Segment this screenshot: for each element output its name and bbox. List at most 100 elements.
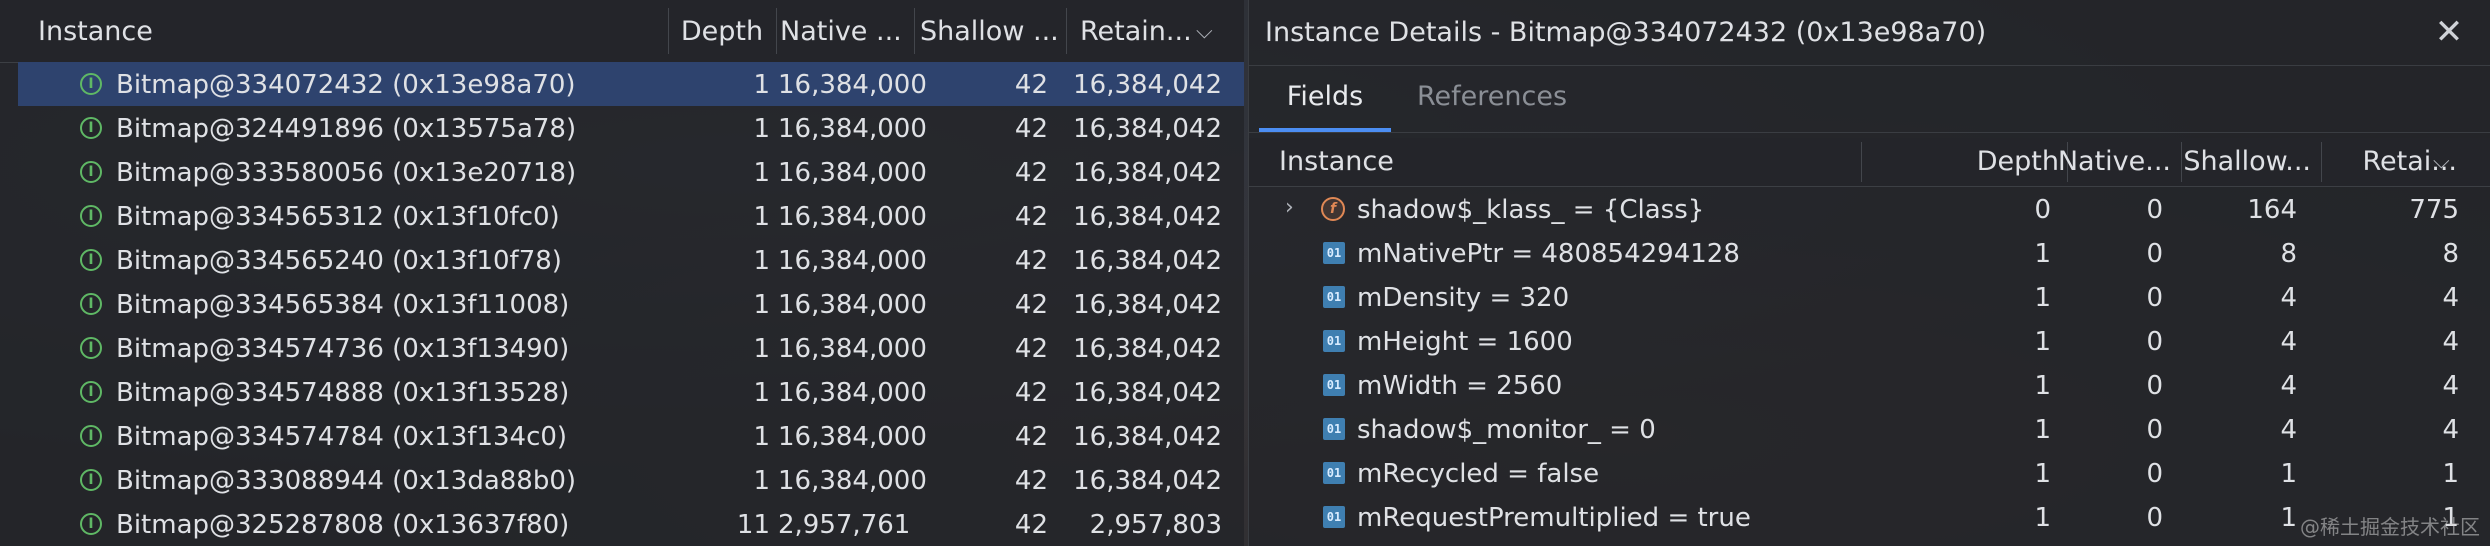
native-size-value: 16,384,000 [778,466,927,496]
native-size-value: 16,384,000 [778,422,927,452]
table-row[interactable]: 01 mDensity = 320 1 0 4 4 [1249,275,2490,319]
depth-value: 1 [2034,239,2051,269]
retained-size-value: 16,384,042 [1073,334,1222,364]
table-row[interactable]: I Bitmap@325287808 (0x13637f80) 11 2,957,76… [18,502,1244,546]
column-header-native[interactable]: Native... [2053,138,2171,186]
table-row[interactable]: I Bitmap@333580056 (0x13e20718) 1 16,384,00… [18,150,1244,194]
close-icon[interactable]: ✕ [2431,14,2467,50]
table-row[interactable]: I Bitmap@334574784 (0x13f134c0) 1 16,384,00… [18,414,1244,458]
sort-chevron-down-icon[interactable]: ⌵ [1196,0,1226,62]
sort-chevron-down-icon[interactable]: ⌵ [2433,138,2473,186]
native-size-value: 0 [2146,239,2163,269]
shallow-size-value: 1 [2280,459,2297,489]
field-name: mWidth = 2560 [1357,371,1563,401]
shallow-size-value: 4 [2280,415,2297,445]
field-name: mRecycled = false [1357,459,1600,489]
column-separator[interactable] [668,8,669,54]
instance-icon: I [80,73,102,95]
retained-size-value: 16,384,042 [1073,246,1222,276]
column-header-retained[interactable]: Retain... [1080,0,1190,62]
depth-value: 1 [2034,459,2051,489]
instance-table-header: Instance Depth Native ... Shallow ... Re… [0,0,1244,63]
instance-list-panel: Instance Depth Native ... Shallow ... Re… [0,0,1244,546]
table-row[interactable]: I Bitmap@334565384 (0x13f11008) 1 16,384,00… [18,282,1244,326]
column-header-shallow[interactable]: Shallow... [2181,138,2311,186]
table-row[interactable]: 01 mRecycled = false 1 0 1 1 [1249,451,2490,495]
native-size-value: 16,384,000 [778,158,927,188]
table-row[interactable]: 01 mHeight = 1600 1 0 4 4 [1249,319,2490,363]
tab-fields[interactable]: Fields [1259,66,1391,132]
instance-icon: I [80,161,102,183]
shallow-size-value: 4 [2280,283,2297,313]
chevron-right-icon[interactable]: › [1285,195,1294,220]
shallow-size-value: 4 [2280,371,2297,401]
shallow-size-value: 4 [2280,327,2297,357]
column-separator[interactable] [1066,8,1067,54]
retained-size-value: 4 [2442,415,2459,445]
column-header-instance[interactable]: Instance [1279,138,1779,186]
depth-value: 1 [753,158,770,188]
shallow-size-value: 42 [1014,510,1048,540]
table-row[interactable]: 01 mNativePtr = 480854294128 1 0 8 8 [1249,231,2490,275]
table-row[interactable]: I Bitmap@324491896 (0x13575a78) 1 16,384,00… [18,106,1244,150]
retained-size-value: 1 [2442,459,2459,489]
depth-value: 1 [753,290,770,320]
depth-value: 1 [2034,503,2051,533]
retained-size-value: 16,384,042 [1073,70,1222,100]
column-header-depth[interactable]: Depth [1939,138,2059,186]
depth-value: 0 [2034,195,2051,225]
depth-value: 1 [2034,415,2051,445]
instance-icon: I [80,381,102,403]
retained-size-value: 16,384,042 [1073,378,1222,408]
shallow-size-value: 42 [1014,466,1048,496]
native-size-value: 2,957,761 [778,510,911,540]
primitive-field-icon: 01 [1323,418,1345,440]
column-header-depth[interactable]: Depth [672,0,772,62]
tab-references[interactable]: References [1407,66,1577,132]
primitive-field-icon: 01 [1323,242,1345,264]
details-title: Instance Details - Bitmap@334072432 (0x1… [1265,17,1987,48]
field-name: mHeight = 1600 [1357,327,1573,357]
table-row[interactable]: I Bitmap@334072432 (0x13e98a70) 1 16,384,00… [18,62,1244,106]
details-title-bar: Instance Details - Bitmap@334072432 (0x1… [1249,0,2490,66]
depth-value: 1 [2034,371,2051,401]
column-header-instance[interactable]: Instance [38,0,658,62]
native-size-value: 16,384,000 [778,290,927,320]
retained-size-value: 16,384,042 [1073,202,1222,232]
table-row[interactable]: I Bitmap@334565240 (0x13f10f78) 1 16,384,00… [18,238,1244,282]
instance-name: Bitmap@324491896 (0x13575a78) [116,114,577,144]
table-row[interactable]: 01 shadow$_monitor_ = 0 1 0 4 4 [1249,407,2490,451]
retained-size-value: 16,384,042 [1073,290,1222,320]
shallow-size-value: 42 [1014,378,1048,408]
table-row[interactable]: 01 mWidth = 2560 1 0 4 4 [1249,363,2490,407]
column-separator[interactable] [2321,142,2322,182]
instance-name: Bitmap@334565384 (0x13f11008) [116,290,570,320]
table-row[interactable]: I Bitmap@334565312 (0x13f10fc0) 1 16,384,00… [18,194,1244,238]
column-separator[interactable] [776,8,777,54]
retained-size-value: 4 [2442,283,2459,313]
table-row[interactable]: I Bitmap@334574736 (0x13f13490) 1 16,384,00… [18,326,1244,370]
instance-name: Bitmap@325287808 (0x13637f80) [116,510,570,540]
depth-value: 1 [2034,327,2051,357]
retained-size-value: 16,384,042 [1073,466,1222,496]
retained-size-value: 775 [2409,195,2459,225]
shallow-size-value: 164 [2247,195,2297,225]
instance-icon: I [80,469,102,491]
retained-size-value: 16,384,042 [1073,114,1222,144]
column-separator[interactable] [1861,142,1862,182]
table-row[interactable]: › f shadow$_klass_ = {Class} 0 0 164 775 [1249,187,2490,231]
details-tabs: Fields References [1249,66,2490,133]
instance-icon: I [80,205,102,227]
native-size-value: 0 [2146,459,2163,489]
native-size-value: 16,384,000 [778,114,927,144]
instance-name: Bitmap@334574888 (0x13f13528) [116,378,570,408]
primitive-field-icon: 01 [1323,286,1345,308]
table-row[interactable]: I Bitmap@334574888 (0x13f13528) 1 16,384,00… [18,370,1244,414]
table-row[interactable]: I Bitmap@333088944 (0x13da88b0) 1 16,384,00… [18,458,1244,502]
column-header-native[interactable]: Native ... [780,0,920,62]
column-header-shallow[interactable]: Shallow ... [920,0,1060,62]
column-separator[interactable] [914,8,915,54]
native-size-value: 0 [2146,415,2163,445]
instance-details-panel: Instance Details - Bitmap@334072432 (0x1… [1248,0,2490,546]
primitive-field-icon: 01 [1323,374,1345,396]
